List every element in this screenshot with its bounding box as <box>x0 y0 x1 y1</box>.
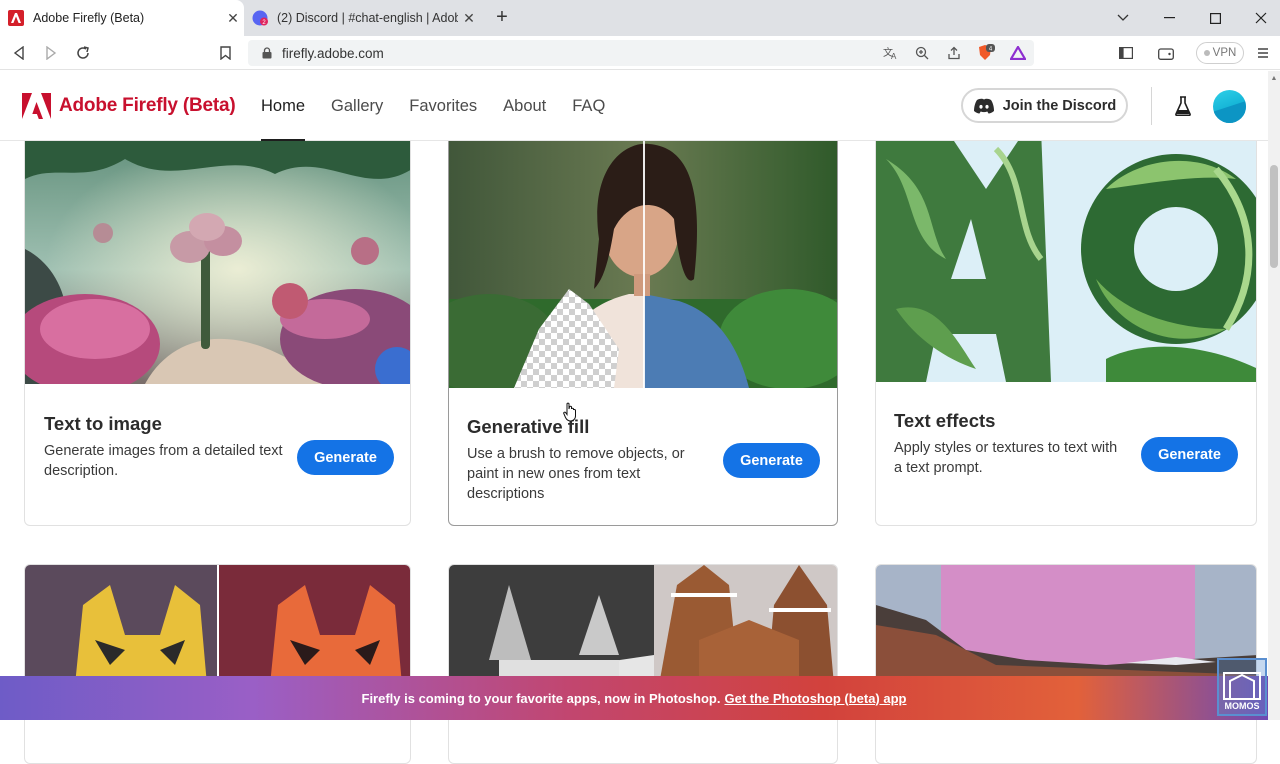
watermark-text: MOMOS <box>1224 701 1260 711</box>
brave-shield-icon[interactable]: 4 <box>970 44 1002 62</box>
reload-button[interactable] <box>71 42 95 64</box>
url-text: firefly.adobe.com <box>282 45 384 61</box>
new-tab-button[interactable]: + <box>490 6 514 30</box>
vpn-label: VPN <box>1212 47 1237 59</box>
fantasy-garden-image <box>25 129 410 384</box>
scroll-up-arrow[interactable]: ▲ <box>1268 73 1280 85</box>
leafy-letters-image <box>876 129 1256 382</box>
discord-icon <box>973 98 994 113</box>
tab-title: (2) Discord | #chat-english | Adobe Fir <box>277 11 458 25</box>
address-bar: firefly.adobe.com 文A 4 VPN <box>0 36 1280 70</box>
generate-button-text-to-image[interactable]: Generate <box>297 440 394 475</box>
vpn-status-dot <box>1203 50 1210 56</box>
avatar[interactable] <box>1213 90 1246 123</box>
menu-icon[interactable] <box>1252 42 1274 64</box>
tab-title: Adobe Firefly (Beta) <box>33 11 145 25</box>
bookmark-icon[interactable] <box>213 42 237 64</box>
card-recolor-vectors[interactable] <box>24 564 411 764</box>
mountain-landscape-image <box>876 565 1256 685</box>
nav-favorites[interactable]: Favorites <box>409 71 477 141</box>
header-divider <box>1151 87 1152 125</box>
get-photoshop-beta-link[interactable]: Get the Photoshop (beta) app <box>724 691 906 706</box>
generate-button-text-effects[interactable]: Generate <box>1141 437 1238 472</box>
photoshop-promo-banner: Firefly is coming to your favorite apps,… <box>0 676 1268 720</box>
share-icon[interactable] <box>938 46 970 60</box>
card-description: Generate images from a detailed text des… <box>44 443 283 479</box>
close-window-button[interactable] <box>1238 0 1280 36</box>
join-discord-label: Join the Discord <box>1002 97 1117 114</box>
wallet-icon[interactable] <box>1155 42 1177 64</box>
svg-text:A: A <box>891 52 897 60</box>
watermark-emblem-icon <box>1223 672 1261 700</box>
lock-icon <box>260 47 274 59</box>
card-3d-to-image[interactable] <box>448 564 838 764</box>
card-text-effects[interactable]: Text effects Apply styles or textures to… <box>875 128 1257 526</box>
adobe-logo-icon <box>22 93 51 119</box>
back-button[interactable] <box>7 42 31 64</box>
banner-text: Firefly is coming to your favorite apps,… <box>361 690 721 706</box>
watermark-logo: MOMOS <box>1217 658 1267 716</box>
sidebar-toggle-icon[interactable] <box>1115 42 1137 64</box>
join-discord-button[interactable]: Join the Discord <box>961 88 1128 123</box>
site-header: Adobe Firefly (Beta) Home Gallery Favori… <box>0 71 1268 141</box>
adobe-firefly-logo[interactable]: Adobe Firefly (Beta) <box>22 93 236 119</box>
forward-button[interactable] <box>39 42 63 64</box>
flask-icon[interactable] <box>1172 95 1194 117</box>
card-title: Text to image <box>44 413 162 434</box>
translate-icon[interactable]: 文A <box>874 46 906 60</box>
maximize-button[interactable] <box>1192 0 1238 36</box>
scrollbar-thumb[interactable] <box>1270 165 1278 268</box>
card-title: Text effects <box>894 410 996 431</box>
card-generative-fill[interactable]: Generative fill Use a brush to remove ob… <box>448 128 838 526</box>
omnibox[interactable]: firefly.adobe.com 文A 4 <box>248 40 1034 66</box>
geometric-dog-image <box>25 565 410 685</box>
brand-name: Adobe Firefly (Beta) <box>59 95 236 116</box>
card-description: Apply styles or textures to text with a … <box>894 440 1118 476</box>
tab-list-chevron-icon[interactable] <box>1100 0 1146 36</box>
tab-adobe-firefly[interactable]: Adobe Firefly (Beta) ✕ <box>0 0 244 36</box>
nav-about[interactable]: About <box>503 71 546 141</box>
minimize-button[interactable] <box>1146 0 1192 36</box>
main-nav: Home Gallery Favorites About FAQ <box>261 71 605 141</box>
card-text-to-image[interactable]: Text to image Generate images from a det… <box>24 128 411 526</box>
card-description: Use a brush to remove objects, or paint … <box>467 446 685 502</box>
nav-home[interactable]: Home <box>261 71 306 141</box>
tab-discord[interactable]: 2 (2) Discord | #chat-english | Adobe Fi… <box>244 0 480 36</box>
nav-faq[interactable]: FAQ <box>572 71 605 141</box>
brave-rewards-icon[interactable] <box>1002 46 1034 60</box>
discord-favicon-icon: 2 <box>252 10 268 26</box>
card-extend-image[interactable] <box>875 564 1257 764</box>
vpn-button[interactable]: VPN <box>1196 42 1244 64</box>
generative-fill-portrait-image <box>449 129 837 388</box>
adobe-favicon-icon <box>8 10 24 26</box>
nav-gallery[interactable]: Gallery <box>331 71 383 141</box>
hand-cursor-icon <box>563 402 576 422</box>
close-tab-icon[interactable]: ✕ <box>458 10 480 27</box>
close-tab-icon[interactable]: ✕ <box>222 10 244 27</box>
zoom-icon[interactable] <box>906 46 938 60</box>
gingerbread-house-image <box>449 565 837 685</box>
browser-tabbar: Adobe Firefly (Beta) ✕ 2 (2) Discord | #… <box>0 0 1280 36</box>
generate-button-generative-fill[interactable]: Generate <box>723 443 820 478</box>
